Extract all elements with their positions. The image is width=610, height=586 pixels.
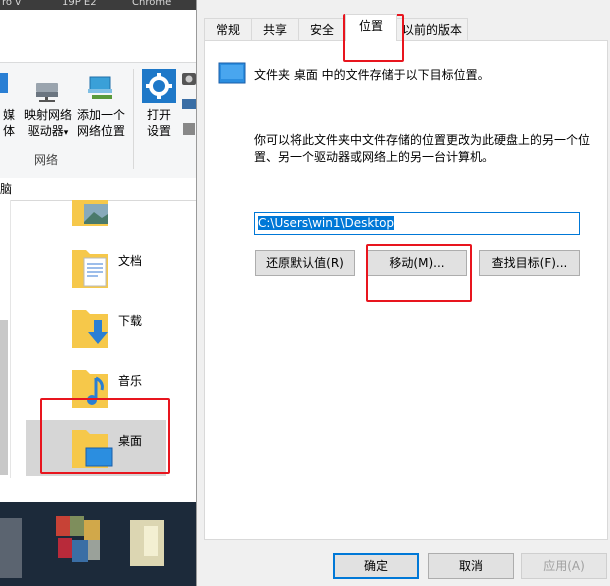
pictures-folder-icon xyxy=(72,200,112,233)
file-explorer-window: ro v 19P E2 Chrome 媒体 映射网络 驱动器▾ 添加一个 网络位… xyxy=(0,0,196,586)
tab-general[interactable]: 常规 xyxy=(204,18,252,40)
taskbar-tab-1[interactable]: ro v xyxy=(2,0,21,8)
add-location-label-line1: 添加一个 xyxy=(76,108,125,122)
map-drive-label-line2: 驱动器▾ xyxy=(22,123,74,141)
computer-icon xyxy=(182,97,196,140)
blurred-icon xyxy=(56,516,70,536)
media-icon xyxy=(0,69,10,98)
blurred-icon xyxy=(144,526,158,556)
cancel-button[interactable]: 取消 xyxy=(428,553,514,579)
list-item[interactable]: 下载 xyxy=(60,302,190,354)
ribbon-group-network-label: 网络 xyxy=(34,153,59,167)
explorer-titlebar: ro v 19P E2 Chrome xyxy=(0,0,196,10)
taskbar-blurred xyxy=(0,502,196,586)
map-network-drive-button[interactable]: 映射网络 驱动器▾ xyxy=(22,107,74,141)
blurred-icon xyxy=(84,520,100,540)
tab-sharing[interactable]: 共享 xyxy=(251,18,299,40)
taskbar-tab-3[interactable]: Chrome xyxy=(132,0,171,8)
list-item-label: 下载 xyxy=(118,314,143,328)
tab-location[interactable]: 位置 xyxy=(345,14,397,41)
list-item-label: 音乐 xyxy=(118,374,143,388)
blurred-icon xyxy=(70,516,84,536)
map-drive-label-2: 驱动器 xyxy=(27,124,64,138)
downloads-folder-icon xyxy=(72,304,112,353)
blurred-icon xyxy=(88,540,100,560)
documents-folder-icon xyxy=(72,244,112,293)
ribbon-separator xyxy=(133,69,134,169)
apply-button[interactable]: 应用(A) xyxy=(521,553,607,579)
camera-icon xyxy=(182,69,196,92)
annotation-box-move-button xyxy=(366,244,472,302)
map-drive-label-line1: 映射网络 xyxy=(23,108,72,122)
location-path-value: C:\Users\win1\Desktop xyxy=(258,216,395,230)
list-item[interactable]: 文档 xyxy=(60,242,190,294)
tab-security[interactable]: 安全 xyxy=(298,18,346,40)
map-network-drive-icon xyxy=(34,81,62,106)
open-settings-label-line1: 打开 xyxy=(146,108,171,122)
blurred-icon xyxy=(58,538,72,558)
media-button[interactable]: 媒体 xyxy=(0,107,20,139)
location-description: 文件夹 桌面 中的文件存储于以下目标位置。 xyxy=(254,68,490,82)
nav-scrollbar[interactable] xyxy=(0,320,8,475)
blurred-icon xyxy=(0,518,22,578)
open-settings-button[interactable]: 打开 设置 xyxy=(140,107,178,139)
add-location-label-line2: 网络位置 xyxy=(76,124,125,138)
list-item[interactable] xyxy=(60,200,190,230)
list-item-label: 文档 xyxy=(118,254,143,268)
annotation-box-desktop xyxy=(40,398,170,474)
find-target-button[interactable]: 查找目标(F)... xyxy=(479,250,580,276)
add-network-location-icon xyxy=(86,75,116,106)
blurred-icon xyxy=(72,540,88,562)
tab-previous-versions[interactable]: 以前的版本 xyxy=(396,18,468,40)
location-help-text: 你可以将此文件夹中文件存储的位置更改为此硬盘上的另一个位置、另一个驱动器或网络上… xyxy=(254,133,591,164)
explorer-ribbon: 媒体 映射网络 驱动器▾ 添加一个 网络位置 打开 设置 网络 xyxy=(0,62,196,180)
location-path-input[interactable]: C:\Users\win1\Desktop xyxy=(254,212,580,235)
gear-icon xyxy=(142,69,176,106)
taskbar-tab-2[interactable]: 19P E2 xyxy=(62,0,97,8)
chevron-down-icon: ▾ xyxy=(63,128,69,138)
desktop-folder-icon xyxy=(218,62,246,84)
address-bar[interactable]: 脑 xyxy=(0,178,196,201)
restore-default-button[interactable]: 还原默认值(R) xyxy=(255,250,355,276)
add-network-location-button[interactable]: 添加一个 网络位置 xyxy=(74,107,128,139)
ok-button[interactable]: 确定 xyxy=(333,553,419,579)
address-text: 脑 xyxy=(0,182,13,196)
open-settings-label-line2: 设置 xyxy=(146,124,171,138)
